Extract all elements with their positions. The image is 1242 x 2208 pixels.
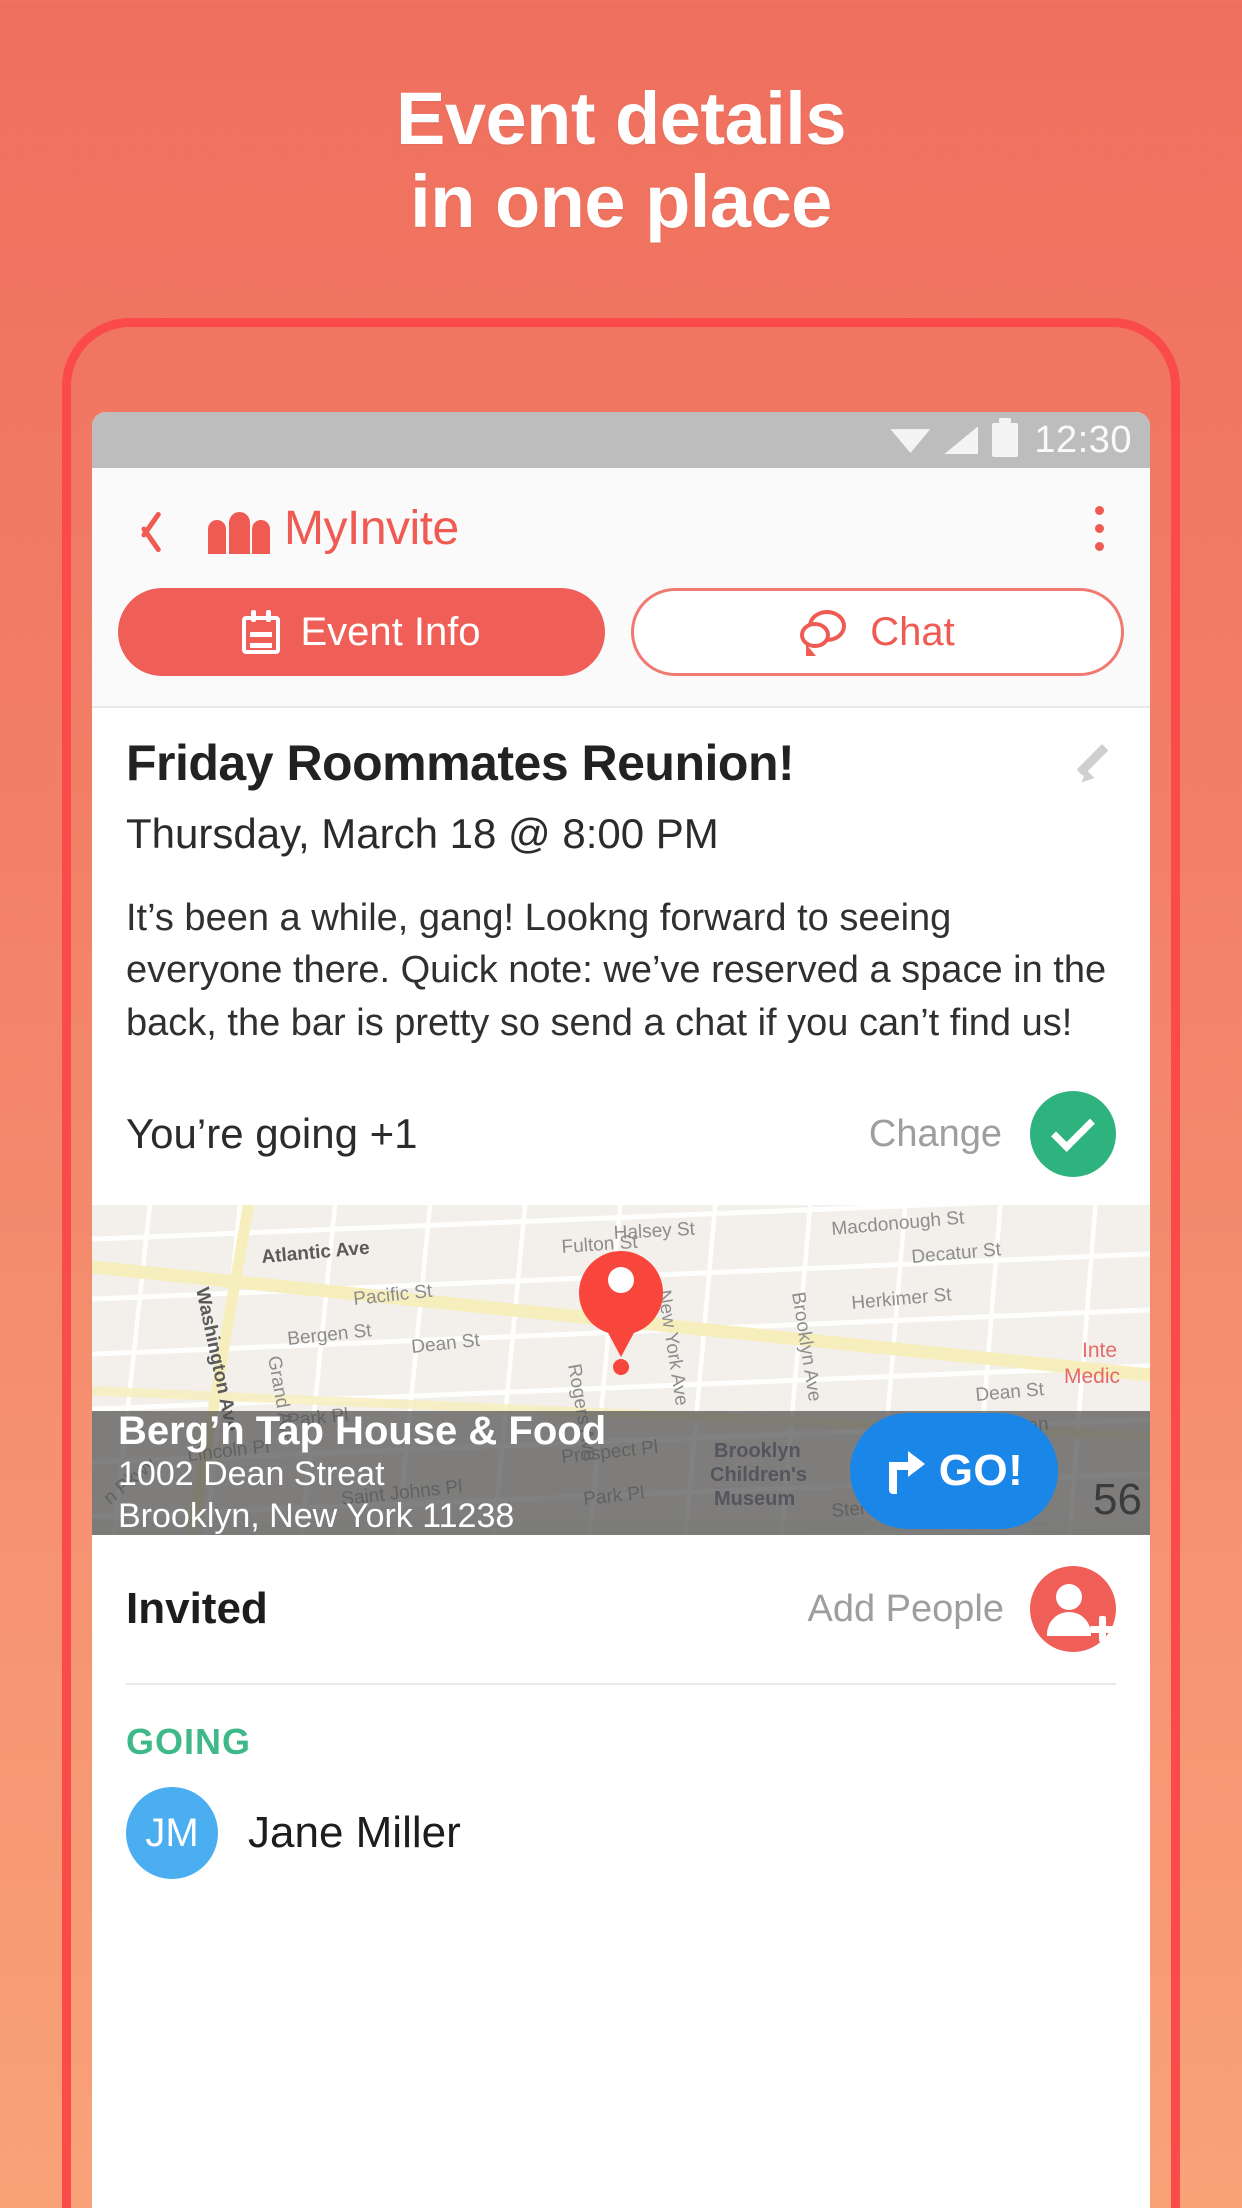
calendar-icon [242,610,281,654]
rsvp-change-link[interactable]: Change [869,1113,1002,1156]
invited-header-row: Invited Add People [126,1535,1116,1686]
promo-headline: Event details in one place [0,0,1242,244]
headline-line-2: in one place [410,159,832,243]
app-brand: MyInvite [208,501,459,556]
invited-section: Invited Add People GOING JM Jane Miller [92,1535,1150,1880]
event-details-section: Friday Roommates Reunion! Thursday, Marc… [92,708,1150,1206]
rsvp-row: You’re going +1 Change [126,1091,1116,1205]
status-bar: 12:30 [92,412,1150,468]
invited-title: Invited [126,1584,268,1634]
tab-chat-label: Chat [870,609,955,654]
status-bar-icons [890,418,1019,457]
rsvp-check-button[interactable] [1030,1091,1116,1178]
brand-name: MyInvite [284,501,459,555]
location-pin-icon [579,1251,663,1336]
map-edge-number: 56 [1093,1475,1142,1525]
event-title: Friday Roommates Reunion! [126,735,795,791]
event-date: Thursday, March 18 @ 8:00 PM [126,810,719,857]
svg-text:Halsey St: Halsey St [613,1219,696,1244]
wifi-icon [890,429,931,453]
kebab-menu-icon[interactable] [1087,498,1112,559]
svg-text:Medic: Medic [1064,1365,1120,1388]
phone-screen: 12:30 MyInvite Event Info Chat Friday Ro… [92,412,1150,2208]
person-name: Jane Miller [248,1808,461,1858]
svg-text:Inte: Inte [1082,1339,1117,1362]
event-description: It’s been a while, gang! Lookng forward … [126,897,1107,1044]
event-title-row: Friday Roommates Reunion! [126,734,1116,792]
tab-event-info-label: Event Info [300,609,481,654]
avatar: JM [126,1787,218,1880]
signal-icon [944,426,979,454]
turn-right-arrow-icon [885,1448,925,1495]
going-section-label: GOING [126,1721,252,1763]
list-item[interactable]: JM Jane Miller [126,1787,1116,1880]
pencil-icon[interactable] [1072,740,1116,784]
tab-event-info[interactable]: Event Info [118,588,605,676]
add-people-link[interactable]: Add People [808,1588,1005,1631]
battery-icon [992,418,1019,457]
check-icon [1051,1108,1095,1153]
add-person-icon[interactable] [1030,1566,1116,1653]
go-button-label: GO! [938,1446,1024,1496]
back-chevron-icon[interactable] [124,507,166,549]
location-pin-shadow [613,1359,629,1376]
chat-bubbles-icon [800,610,850,656]
tab-chat[interactable]: Chat [631,588,1124,676]
rsvp-status: You’re going +1 [126,1110,418,1158]
people-group-icon [208,502,270,554]
app-bar: MyInvite [92,468,1150,588]
tab-bar: Event Info Chat [92,588,1150,708]
status-bar-time: 12:30 [1034,418,1132,461]
venue-map[interactable]: Atlantic Ave Fulton St Halsey St Macdono… [92,1205,1150,1536]
go-navigate-button[interactable]: GO! [850,1413,1058,1530]
headline-line-1: Event details [395,77,847,160]
